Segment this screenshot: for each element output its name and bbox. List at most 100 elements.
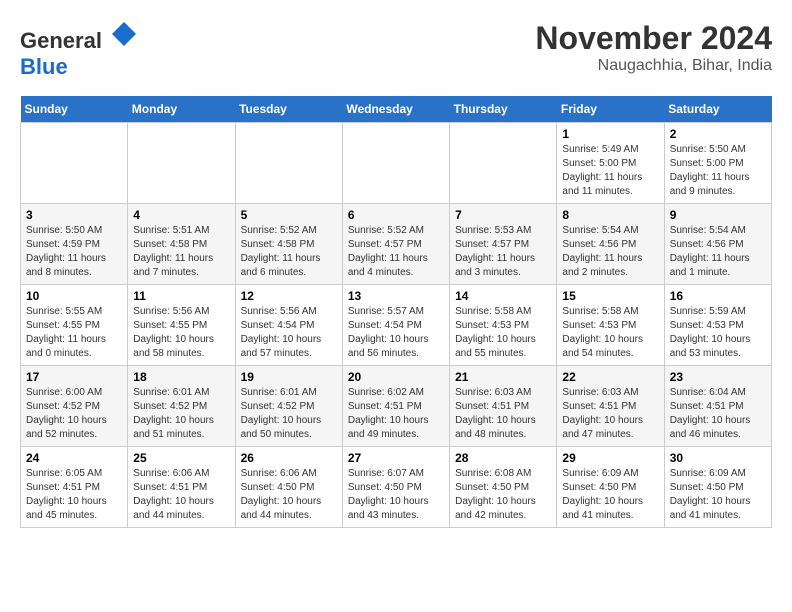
day-number: 21 [455, 370, 551, 384]
day-number: 30 [670, 451, 766, 465]
day-number: 6 [348, 208, 444, 222]
day-info: Sunrise: 6:06 AM Sunset: 4:51 PM Dayligh… [133, 467, 229, 523]
day-info: Sunrise: 6:04 AM Sunset: 4:51 PM Dayligh… [670, 386, 766, 442]
day-number: 26 [241, 451, 337, 465]
day-info: Sunrise: 6:03 AM Sunset: 4:51 PM Dayligh… [455, 386, 551, 442]
calendar-cell: 29 Sunrise: 6:09 AM Sunset: 4:50 PM Dayli… [557, 447, 664, 528]
day-info: Sunrise: 6:06 AM Sunset: 4:50 PM Dayligh… [241, 467, 337, 523]
calendar-cell: 3Sunrise: 5:50 AM Sunset: 4:59 PM Daylig… [21, 204, 128, 285]
weekday-header: Monday [128, 96, 235, 123]
calendar-cell: 7 Sunrise: 5:53 AM Sunset: 4:57 PM Daylig… [450, 204, 557, 285]
day-number: 16 [670, 289, 766, 303]
day-info: Sunrise: 5:50 AM Sunset: 5:00 PM Dayligh… [670, 143, 766, 199]
day-info: Sunrise: 5:58 AM Sunset: 4:53 PM Dayligh… [562, 305, 658, 361]
calendar-cell: 13 Sunrise: 5:57 AM Sunset: 4:54 PM Dayli… [342, 285, 449, 366]
calendar-cell: 19Sunrise: 6:01 AM Sunset: 4:52 PM Dayli… [235, 366, 342, 447]
weekday-header: Saturday [664, 96, 771, 123]
calendar-cell: 8 Sunrise: 5:54 AM Sunset: 4:56 PM Daylig… [557, 204, 664, 285]
weekday-header: Tuesday [235, 96, 342, 123]
day-number: 20 [348, 370, 444, 384]
day-number: 8 [562, 208, 658, 222]
weekday-header: Friday [557, 96, 664, 123]
day-number: 10 [26, 289, 122, 303]
calendar-cell [235, 123, 342, 204]
weekday-header: Wednesday [342, 96, 449, 123]
calendar-cell: 30 Sunrise: 6:09 AM Sunset: 4:50 PM Dayli… [664, 447, 771, 528]
calendar-cell: 18 Sunrise: 6:01 AM Sunset: 4:52 PM Dayli… [128, 366, 235, 447]
calendar-cell: 22 Sunrise: 6:03 AM Sunset: 4:51 PM Dayli… [557, 366, 664, 447]
calendar-cell: 5 Sunrise: 5:52 AM Sunset: 4:58 PM Daylig… [235, 204, 342, 285]
month-title: November 2024 [535, 20, 772, 57]
day-number: 28 [455, 451, 551, 465]
day-info: Sunrise: 5:55 AM Sunset: 4:55 PM Dayligh… [26, 305, 122, 361]
weekday-header: Thursday [450, 96, 557, 123]
calendar-cell [342, 123, 449, 204]
day-info: Sunrise: 5:49 AM Sunset: 5:00 PM Dayligh… [562, 143, 658, 199]
calendar-week-row: 24 Sunrise: 6:05 AM Sunset: 4:51 PM Dayli… [21, 447, 772, 528]
day-number: 23 [670, 370, 766, 384]
day-info: Sunrise: 6:09 AM Sunset: 4:50 PM Dayligh… [562, 467, 658, 523]
logo: General Blue [20, 20, 138, 80]
day-number: 7 [455, 208, 551, 222]
calendar-cell: 6 Sunrise: 5:52 AM Sunset: 4:57 PM Daylig… [342, 204, 449, 285]
day-info: Sunrise: 5:56 AM Sunset: 4:55 PM Dayligh… [133, 305, 229, 361]
calendar-cell: 10 Sunrise: 5:55 AM Sunset: 4:55 PM Dayli… [21, 285, 128, 366]
calendar-cell: 14 Sunrise: 5:58 AM Sunset: 4:53 PM Dayli… [450, 285, 557, 366]
calendar-cell: 16 Sunrise: 5:59 AM Sunset: 4:53 PM Dayli… [664, 285, 771, 366]
day-number: 3 [26, 208, 122, 222]
day-info: Sunrise: 6:05 AM Sunset: 4:51 PM Dayligh… [26, 467, 122, 523]
day-number: 19 [241, 370, 337, 384]
logo-general: General [20, 28, 102, 53]
day-info: Sunrise: 5:58 AM Sunset: 4:53 PM Dayligh… [455, 305, 551, 361]
calendar-cell: 26 Sunrise: 6:06 AM Sunset: 4:50 PM Dayli… [235, 447, 342, 528]
day-info: Sunrise: 6:07 AM Sunset: 4:50 PM Dayligh… [348, 467, 444, 523]
day-number: 17 [26, 370, 122, 384]
day-info: Sunrise: 5:57 AM Sunset: 4:54 PM Dayligh… [348, 305, 444, 361]
calendar-cell: 2 Sunrise: 5:50 AM Sunset: 5:00 PM Daylig… [664, 123, 771, 204]
day-number: 25 [133, 451, 229, 465]
calendar-cell: 20Sunrise: 6:02 AM Sunset: 4:51 PM Dayli… [342, 366, 449, 447]
calendar-table: SundayMondayTuesdayWednesdayThursdayFrid… [20, 96, 772, 528]
day-number: 12 [241, 289, 337, 303]
calendar-cell [450, 123, 557, 204]
day-number: 22 [562, 370, 658, 384]
day-info: Sunrise: 5:56 AM Sunset: 4:54 PM Dayligh… [241, 305, 337, 361]
calendar-cell: 15 Sunrise: 5:58 AM Sunset: 4:53 PM Dayli… [557, 285, 664, 366]
day-number: 1 [562, 127, 658, 141]
calendar-cell: 17Sunrise: 6:00 AM Sunset: 4:52 PM Dayli… [21, 366, 128, 447]
day-number: 13 [348, 289, 444, 303]
weekday-header: Sunday [21, 96, 128, 123]
day-info: Sunrise: 5:53 AM Sunset: 4:57 PM Dayligh… [455, 224, 551, 280]
calendar-cell: 25 Sunrise: 6:06 AM Sunset: 4:51 PM Dayli… [128, 447, 235, 528]
calendar-cell: 24 Sunrise: 6:05 AM Sunset: 4:51 PM Dayli… [21, 447, 128, 528]
day-info: Sunrise: 5:52 AM Sunset: 4:57 PM Dayligh… [348, 224, 444, 280]
day-number: 9 [670, 208, 766, 222]
calendar-cell: 28 Sunrise: 6:08 AM Sunset: 4:50 PM Dayli… [450, 447, 557, 528]
calendar-cell: 12 Sunrise: 5:56 AM Sunset: 4:54 PM Dayli… [235, 285, 342, 366]
day-info: Sunrise: 6:09 AM Sunset: 4:50 PM Dayligh… [670, 467, 766, 523]
calendar-cell: 21 Sunrise: 6:03 AM Sunset: 4:51 PM Dayli… [450, 366, 557, 447]
calendar-week-row: 10 Sunrise: 5:55 AM Sunset: 4:55 PM Dayli… [21, 285, 772, 366]
day-number: 5 [241, 208, 337, 222]
day-number: 2 [670, 127, 766, 141]
logo-icon [110, 20, 138, 48]
day-number: 29 [562, 451, 658, 465]
location: Naugachhia, Bihar, India [535, 57, 772, 75]
calendar-week-row: 3Sunrise: 5:50 AM Sunset: 4:59 PM Daylig… [21, 204, 772, 285]
day-info: Sunrise: 6:08 AM Sunset: 4:50 PM Dayligh… [455, 467, 551, 523]
day-info: Sunrise: 5:51 AM Sunset: 4:58 PM Dayligh… [133, 224, 229, 280]
day-info: Sunrise: 5:52 AM Sunset: 4:58 PM Dayligh… [241, 224, 337, 280]
calendar-cell: 23 Sunrise: 6:04 AM Sunset: 4:51 PM Dayli… [664, 366, 771, 447]
day-info: Sunrise: 5:54 AM Sunset: 4:56 PM Dayligh… [562, 224, 658, 280]
day-number: 24 [26, 451, 122, 465]
day-info: Sunrise: 5:59 AM Sunset: 4:53 PM Dayligh… [670, 305, 766, 361]
day-info: Sunrise: 6:03 AM Sunset: 4:51 PM Dayligh… [562, 386, 658, 442]
weekday-header-row: SundayMondayTuesdayWednesdayThursdayFrid… [21, 96, 772, 123]
day-number: 15 [562, 289, 658, 303]
day-number: 18 [133, 370, 229, 384]
calendar-week-row: 1 Sunrise: 5:49 AM Sunset: 5:00 PM Daylig… [21, 123, 772, 204]
page-header: General Blue November 2024 Naugachhia, B… [20, 20, 772, 80]
day-info: Sunrise: 5:54 AM Sunset: 4:56 PM Dayligh… [670, 224, 766, 280]
day-info: Sunrise: 6:01 AM Sunset: 4:52 PM Dayligh… [133, 386, 229, 442]
day-number: 14 [455, 289, 551, 303]
